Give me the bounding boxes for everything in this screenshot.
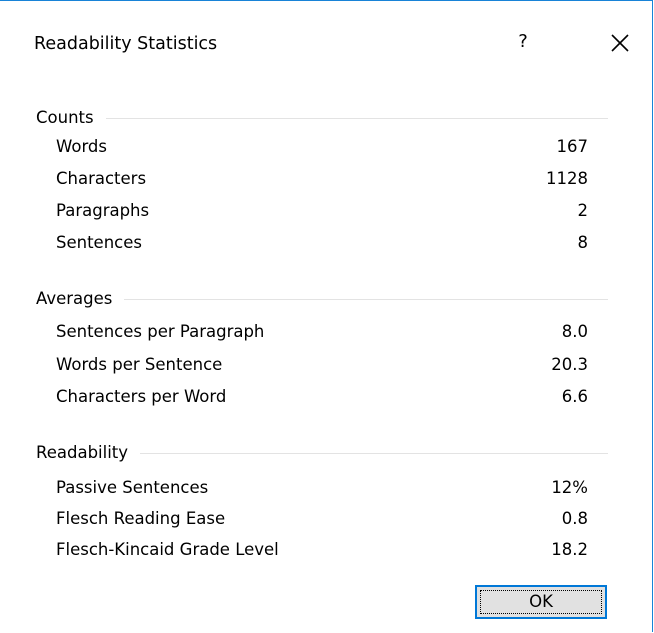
stat-value: 0.8 [561,509,588,528]
stat-value: 6.6 [561,387,588,406]
counts-group-header: Counts [36,107,608,129]
ok-button-label: OK [529,592,553,611]
stat-row-sentences: Sentences 8 [56,232,588,254]
group-divider [36,118,608,119]
readability-group-header: Readability [36,442,608,464]
stat-row-passive-sentences: Passive Sentences 12% [56,477,588,499]
close-button[interactable] [602,25,638,61]
stat-label: Characters per Word [56,387,227,406]
stat-label: Words per Sentence [56,355,223,374]
stat-label: Flesch Reading Ease [56,509,226,528]
close-icon [611,34,629,52]
title-bar: Readability Statistics ? [0,1,652,85]
averages-group-header: Averages [36,288,608,310]
stat-label: Passive Sentences [56,478,209,497]
stat-row-paragraphs: Paragraphs 2 [56,200,588,222]
dialog-title: Readability Statistics [34,34,218,54]
stat-label: Sentences [56,233,142,252]
stat-label: Characters [56,169,147,188]
stat-label: Flesch-Kincaid Grade Level [56,540,279,559]
stat-value: 12% [551,478,588,497]
stat-label: Sentences per Paragraph [56,322,265,341]
stat-row-words-per-sentence: Words per Sentence 20.3 [56,354,588,376]
stat-row-words: Words 167 [56,136,588,158]
stat-value: 8.0 [561,322,588,341]
readability-statistics-dialog: Readability Statistics ? Counts Words 16… [0,0,653,632]
readability-header-label: Readability [36,442,141,464]
stat-value: 20.3 [551,355,588,374]
stat-label: Paragraphs [56,201,150,220]
stat-label: Words [56,137,108,156]
counts-header-label: Counts [36,107,106,129]
stat-row-characters: Characters 1128 [56,168,588,190]
stat-value: 2 [577,201,589,220]
stat-row-flesch-reading-ease: Flesch Reading Ease 0.8 [56,508,588,530]
ok-button[interactable]: OK [475,585,607,619]
averages-header-label: Averages [36,288,125,310]
stat-value: 1128 [546,169,588,188]
stat-value: 18.2 [551,540,588,559]
stat-value: 8 [577,233,589,252]
help-button[interactable]: ? [508,27,538,57]
stat-value: 167 [556,137,589,156]
stat-row-sentences-per-paragraph: Sentences per Paragraph 8.0 [56,321,588,343]
stat-row-characters-per-word: Characters per Word 6.6 [56,386,588,408]
stat-row-flesch-kincaid-grade-level: Flesch-Kincaid Grade Level 18.2 [56,539,588,561]
